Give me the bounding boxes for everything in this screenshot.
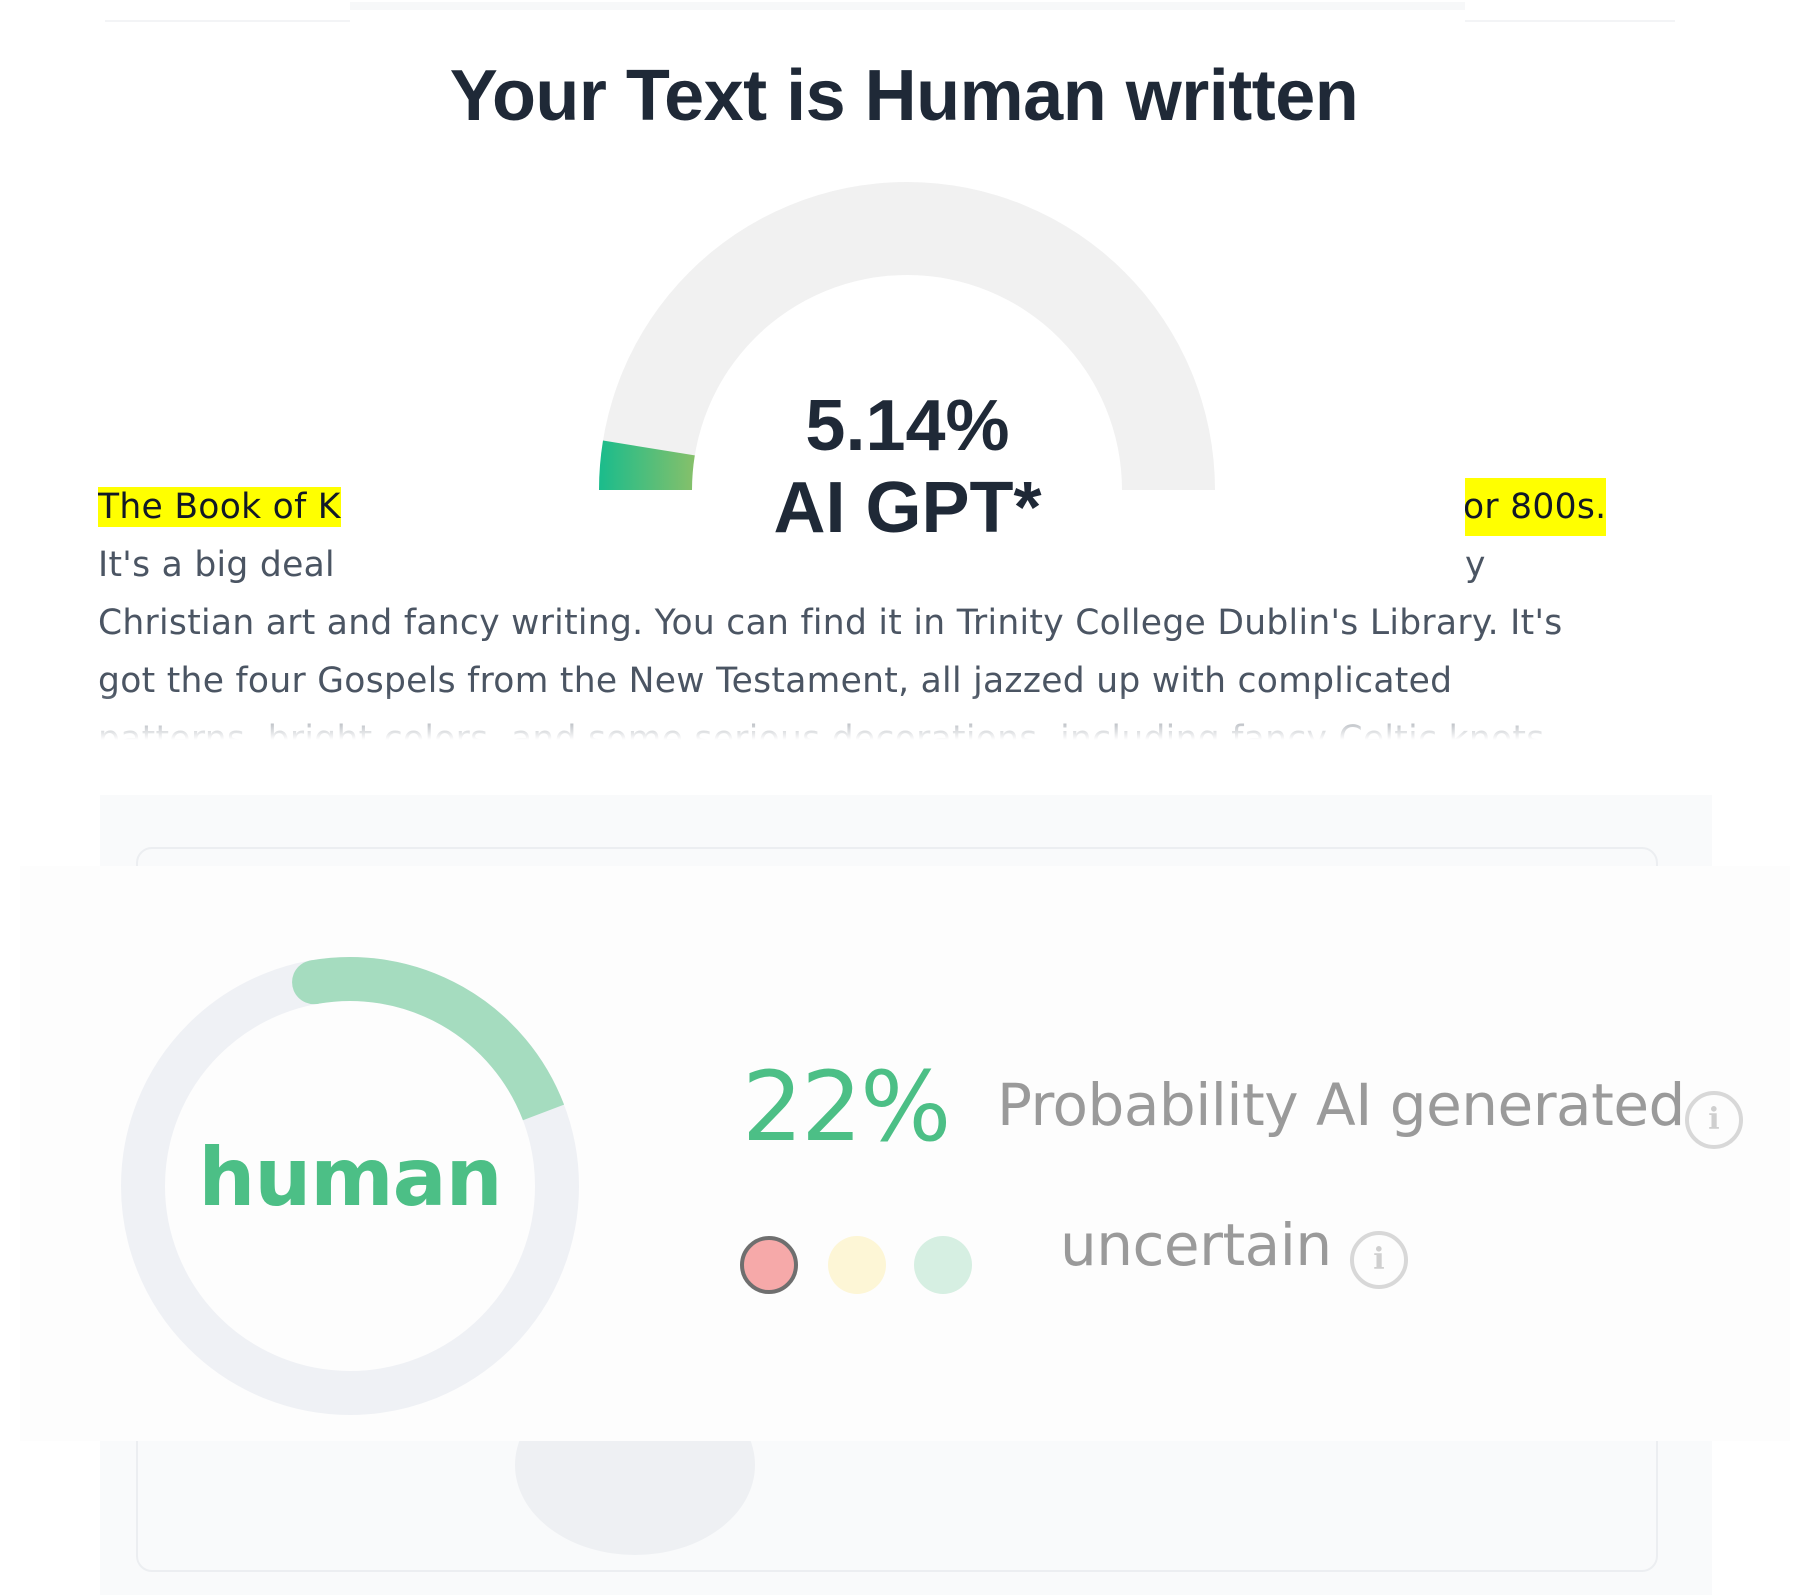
- divider: [1465, 20, 1675, 22]
- ai-score-value: 5.14%: [805, 386, 1010, 466]
- text-line-2-start: It's a big deal: [98, 545, 335, 585]
- ai-detector-panel: Your Text is Human written The Book of K…: [0, 0, 1808, 760]
- probability-summary-panel: human 22% Probability AI generated i unc…: [20, 866, 1790, 1441]
- certainty-dot-green: [914, 1236, 972, 1294]
- text-line-2-end: y: [1465, 545, 1486, 585]
- divider: [105, 20, 350, 22]
- certainty-label: uncertain: [1060, 1211, 1332, 1279]
- result-title: Your Text is Human written: [449, 56, 1359, 136]
- ring-fill-cap: [292, 960, 337, 1005]
- certainty-dot-yellow: [828, 1236, 886, 1294]
- text-line-4: got the four Gospels from the New Testam…: [98, 661, 1453, 701]
- divider: [350, 2, 1465, 10]
- text-line-3: Christian art and fancy writing. You can…: [98, 603, 1563, 643]
- text-line-5: patterns, bright colors, and some seriou…: [98, 719, 1545, 748]
- info-icon[interactable]: i: [1685, 1091, 1743, 1149]
- info-icon[interactable]: i: [1350, 1231, 1408, 1289]
- certainty-dot-red: [740, 1236, 798, 1294]
- verdict-label: human: [198, 1131, 502, 1224]
- highlighted-sentence-end: or 800s.: [1463, 478, 1607, 536]
- probability-ring: human: [115, 951, 585, 1421]
- ring-fill: [310, 957, 565, 1121]
- probability-label: Probability AI generated: [997, 1071, 1685, 1139]
- probability-value: 22%: [742, 1051, 951, 1163]
- highlighted-sentence-start: The Book of K: [98, 487, 341, 527]
- ai-score-label: AI GPT*: [773, 468, 1042, 548]
- ai-score-gauge: 5.14% AI GPT*: [350, 180, 1465, 575]
